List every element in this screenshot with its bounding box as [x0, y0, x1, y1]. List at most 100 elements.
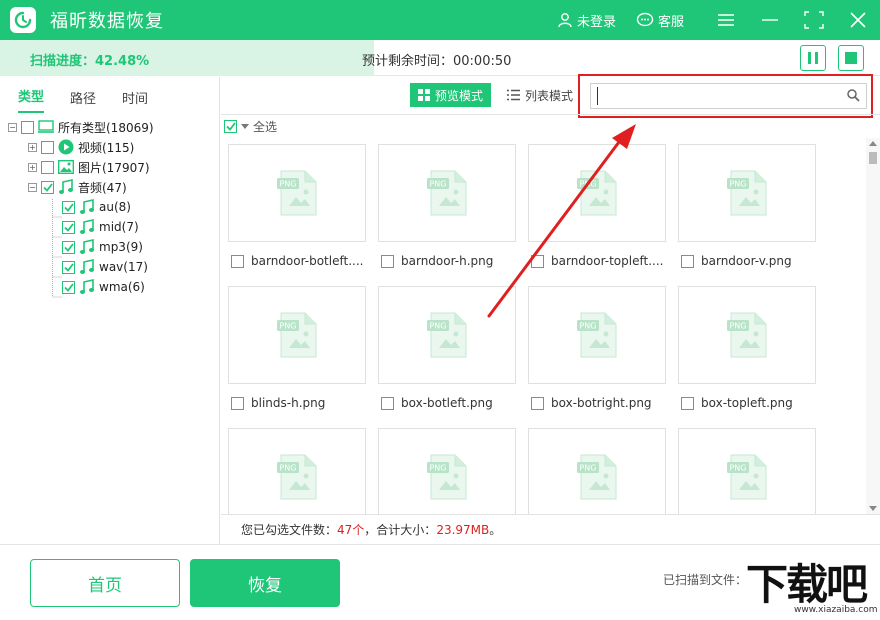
stop-button[interactable] — [838, 45, 864, 71]
collapse-icon[interactable]: − — [28, 182, 37, 192]
grid-icon — [418, 89, 430, 101]
file-card[interactable]: PNG — [521, 422, 666, 514]
scroll-down-arrow[interactable] — [869, 506, 877, 511]
file-card[interactable]: PNG barndoor-topleft.... — [521, 138, 666, 268]
file-thumbnail[interactable]: PNG — [228, 428, 366, 514]
preview-mode-button[interactable]: 预览模式 — [410, 83, 492, 107]
file-thumbnail[interactable]: PNG — [528, 144, 666, 242]
select-all-checkbox[interactable] — [224, 120, 237, 133]
file-thumbnail[interactable]: PNG — [228, 144, 366, 242]
file-card[interactable]: PNG box-botleft.png — [371, 280, 516, 410]
file-checkbox[interactable] — [681, 254, 694, 268]
file-thumbnail[interactable]: PNG — [528, 286, 666, 384]
png-file-icon: PNG — [727, 312, 767, 358]
png-file-icon: PNG — [427, 170, 467, 216]
tree-item-audio[interactable]: − 音频(47) — [0, 177, 219, 197]
file-thumbnail[interactable]: PNG — [378, 428, 516, 514]
tab-path[interactable]: 路径 — [70, 88, 96, 113]
file-name-row: box-botleft.png — [381, 396, 519, 410]
pause-button[interactable] — [800, 45, 826, 71]
checkbox[interactable] — [21, 120, 34, 134]
search-icon[interactable] — [847, 89, 860, 102]
checkbox[interactable] — [41, 160, 54, 174]
file-thumbnail[interactable]: PNG — [678, 144, 816, 242]
file-checkbox[interactable] — [381, 396, 394, 410]
left-tabs: 类型 路径 时间 — [0, 77, 219, 113]
tree-item-audio-child[interactable]: wav(17) — [0, 257, 219, 277]
expand-icon[interactable]: + — [28, 142, 37, 152]
home-button[interactable]: 首页 — [30, 559, 180, 607]
caret-down-icon — [241, 123, 249, 129]
tree-item-all-types[interactable]: − 所有类型(18069) — [0, 117, 219, 137]
preview-mode-label: 预览模式 — [435, 88, 484, 103]
tree-item-audio-child[interactable]: au(8) — [0, 197, 219, 217]
file-checkbox[interactable] — [681, 396, 694, 410]
file-name: box-botright.png — [551, 396, 652, 410]
tree-item-video[interactable]: + 视频(115) — [0, 137, 219, 157]
tree-item-audio-child[interactable]: wma(6) — [0, 277, 219, 297]
file-card[interactable]: PNG barndoor-botleft.... — [221, 138, 366, 268]
music-note-icon — [79, 259, 95, 275]
expand-icon[interactable]: + — [28, 162, 37, 172]
music-note-icon — [79, 219, 95, 235]
checkbox[interactable] — [41, 140, 54, 154]
maximize-button[interactable] — [792, 0, 836, 40]
file-name: barndoor-h.png — [401, 254, 494, 268]
file-checkbox[interactable] — [381, 254, 394, 268]
file-thumbnail[interactable]: PNG — [528, 428, 666, 514]
file-checkbox[interactable] — [231, 396, 244, 410]
tree-label: 图片(17907) — [78, 160, 150, 175]
file-thumbnail[interactable]: PNG — [678, 428, 816, 514]
file-thumbnail[interactable]: PNG — [378, 144, 516, 242]
tab-time[interactable]: 时间 — [122, 88, 148, 113]
file-card[interactable]: PNG barndoor-v.png — [671, 138, 816, 268]
grid-scrollbar[interactable] — [866, 138, 880, 514]
tree-item-image[interactable]: + 图片(17907) — [0, 157, 219, 177]
minimize-button[interactable] — [748, 0, 792, 40]
file-name-row: barndoor-topleft.... — [531, 254, 669, 268]
file-card[interactable]: PNG barndoor-h.png — [371, 138, 516, 268]
list-icon — [507, 89, 520, 101]
file-card[interactable]: PNG — [221, 422, 366, 514]
file-thumbnail[interactable]: PNG — [378, 286, 516, 384]
tab-type[interactable]: 类型 — [18, 86, 45, 113]
search-box[interactable] — [590, 83, 867, 109]
png-badge: PNG — [429, 322, 446, 331]
png-file-icon: PNG — [277, 454, 317, 500]
png-badge: PNG — [279, 180, 296, 189]
png-file-icon: PNG — [577, 312, 617, 358]
png-file-icon: PNG — [427, 454, 467, 500]
list-mode-button[interactable]: 列表模式 — [499, 83, 581, 107]
png-badge: PNG — [429, 464, 446, 473]
scroll-up-arrow[interactable] — [869, 141, 877, 146]
png-file-icon: PNG — [277, 170, 317, 216]
checkbox[interactable] — [41, 180, 54, 194]
tree-item-audio-child[interactable]: mid(7) — [0, 217, 219, 237]
recover-button[interactable]: 恢复 — [190, 559, 340, 607]
file-card[interactable]: PNG box-botright.png — [521, 280, 666, 410]
file-card[interactable]: PNG — [671, 422, 816, 514]
watermark-logo: 下载吧 — [746, 560, 868, 609]
file-thumbnail[interactable]: PNG — [228, 286, 366, 384]
search-input[interactable] — [597, 87, 837, 105]
summary-prefix: 您已勾选文件数： — [241, 523, 338, 537]
file-card[interactable]: PNG — [371, 422, 516, 514]
login-link[interactable]: 未登录 — [557, 11, 616, 30]
tree-item-audio-child[interactable]: mp3(9) — [0, 237, 219, 257]
file-name: box-topleft.png — [701, 396, 793, 410]
file-card[interactable]: PNG box-topleft.png — [671, 280, 816, 410]
collapse-icon[interactable]: − — [8, 122, 17, 132]
file-checkbox[interactable] — [531, 254, 544, 268]
file-checkbox[interactable] — [231, 254, 244, 268]
support-link[interactable]: 客服 — [636, 11, 684, 30]
tree-label: 所有类型(18069) — [58, 120, 154, 135]
site-watermark: 下载吧 www.xiazaiba.com — [742, 547, 880, 619]
menu-button[interactable] — [704, 0, 748, 40]
scroll-thumb[interactable] — [869, 152, 877, 164]
close-button[interactable] — [836, 0, 880, 40]
file-card[interactable]: PNG blinds-h.png — [221, 280, 366, 410]
file-checkbox[interactable] — [531, 396, 544, 410]
file-thumbnail[interactable]: PNG — [678, 286, 816, 384]
summary-suffix: 。 — [489, 523, 502, 537]
file-name: blinds-h.png — [251, 396, 326, 410]
